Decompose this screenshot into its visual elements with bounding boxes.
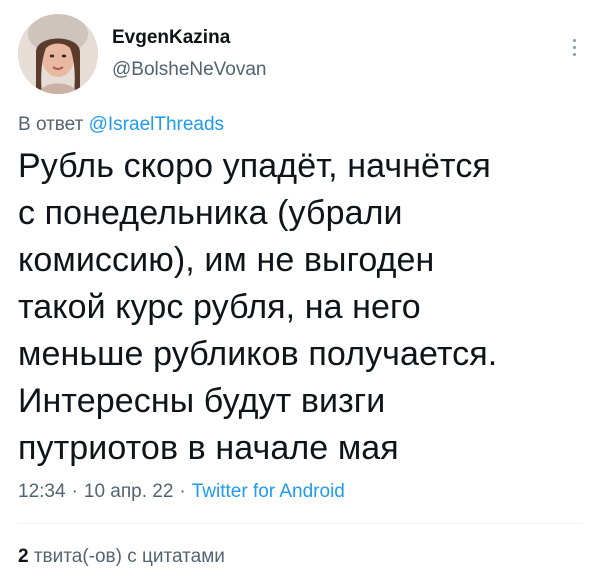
- avatar-image: [18, 14, 98, 94]
- more-vertical-icon[interactable]: [564, 32, 584, 62]
- tweet-time[interactable]: 12:34: [18, 481, 66, 502]
- quote-label: твита(-ов) с цитатами: [33, 546, 225, 567]
- reply-context: В ответ @IsraelThreads: [18, 113, 224, 137]
- author-handle[interactable]: @BolsheNeVovan: [112, 58, 267, 82]
- reply-prefix: В ответ: [18, 114, 84, 135]
- tweet-date[interactable]: 10 апр. 22: [84, 481, 174, 502]
- divider: [18, 523, 582, 524]
- author-names: EvgenKazina @BolsheNeVovan: [112, 26, 267, 82]
- reply-mention-link[interactable]: @IsraelThreads: [89, 114, 224, 135]
- tweet-text: Рубль скоро упадёт, начнётся с понедельн…: [18, 147, 498, 467]
- tweet-source-link[interactable]: Twitter for Android: [192, 481, 345, 502]
- avatar[interactable]: [18, 14, 98, 94]
- tweet-header: EvgenKazina @BolsheNeVovan: [18, 14, 586, 96]
- tweet-meta: 12:34 · 10 апр. 22 · Twitter for Android: [18, 480, 345, 504]
- meta-separator: ·: [179, 481, 186, 502]
- author-display-name[interactable]: EvgenKazina: [112, 26, 267, 50]
- meta-separator: ·: [71, 481, 78, 502]
- quote-tweets-link[interactable]: 2 твита(-ов) с цитатами: [18, 545, 225, 569]
- quote-count: 2: [18, 546, 29, 567]
